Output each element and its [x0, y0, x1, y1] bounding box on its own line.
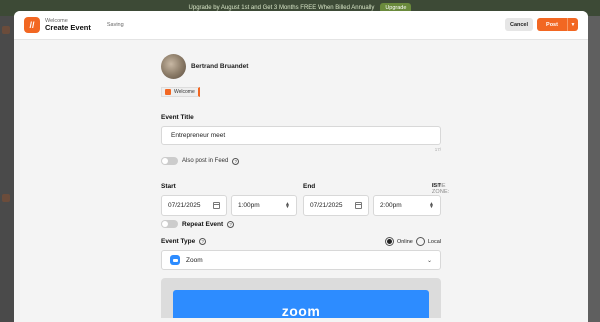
post-button-label[interactable]: Post: [537, 18, 567, 31]
feed-row: Also post in Feed ?: [161, 157, 441, 165]
calendar-icon[interactable]: [355, 202, 362, 209]
zoom-logo-text: zoom: [281, 303, 321, 318]
event-title-value: Entrepreneur meet: [171, 132, 226, 139]
create-event-modal: // Welcome Create Event Saving Cancel Po…: [14, 11, 588, 322]
start-label: Start: [161, 183, 176, 190]
author-name: Bertrand Bruandet: [191, 63, 249, 70]
group-logo-icon: [165, 89, 171, 95]
help-icon[interactable]: ?: [227, 220, 235, 228]
repeat-row: Repeat Event ?: [161, 220, 441, 228]
backdrop-icon: [2, 194, 10, 202]
chevron-down-icon[interactable]: ▼: [567, 18, 578, 31]
event-title-label: Event Title: [161, 114, 194, 121]
start-date-value: 07/21/2025: [168, 202, 201, 209]
event-type-row: Event Type ? Online Local: [161, 237, 441, 246]
online-label: Online: [396, 238, 413, 245]
group-tag[interactable]: Welcome: [161, 87, 200, 97]
header-actions: Cancel Post ▼: [505, 18, 578, 31]
online-radio[interactable]: [384, 237, 394, 246]
page-title: Create Event: [45, 22, 91, 32]
repeat-label: Repeat Event: [182, 220, 224, 228]
schedule-row: 07/21/2025 1:00pm ▲ ▼ 07/21/2025 2:00pm ▲…: [161, 195, 441, 216]
updown-icon: ▲ ▼: [285, 200, 290, 210]
updown-icon: ▲ ▼: [429, 200, 434, 210]
event-type-heading: Event Type ?: [161, 238, 207, 245]
end-date-value: 07/21/2025: [310, 202, 343, 209]
zoom-icon: [170, 255, 180, 265]
schedule-labels: Start End TIME ZONE: IST: [161, 183, 450, 195]
timezone: TIME ZONE: IST: [432, 183, 450, 195]
modal-header: // Welcome Create Event Saving Cancel Po…: [14, 11, 588, 40]
calendar-icon[interactable]: [213, 202, 220, 209]
saving-status: Saving: [106, 22, 124, 28]
event-form: Bertrand Bruandet Welcome Event Title En…: [161, 51, 450, 318]
zoom-preview-panel: zoom: [161, 278, 441, 318]
feed-label: Also post in Feed: [182, 158, 229, 164]
event-title-input[interactable]: Entrepreneur meet: [161, 126, 441, 145]
start-time-value: 1:00pm: [238, 202, 260, 209]
zoom-logo: zoom: [173, 290, 429, 318]
event-type-radios: Online Local: [384, 237, 441, 246]
author: Bertrand Bruandet: [161, 54, 441, 79]
end-time-value: 2:00pm: [380, 202, 402, 209]
post-button[interactable]: Post ▼: [537, 18, 578, 31]
backdrop-icon: [2, 26, 10, 34]
end-time-select[interactable]: 2:00pm ▲ ▼: [373, 195, 441, 216]
local-label: Local: [427, 238, 441, 245]
timezone-label: TIME ZONE:: [431, 183, 450, 195]
backdrop-sidebar: [0, 16, 14, 322]
chevron-down-icon[interactable]: ⌄: [427, 257, 432, 264]
avatar: [161, 54, 186, 79]
cancel-button[interactable]: Cancel: [505, 18, 533, 31]
event-type-label: Event Type: [161, 238, 196, 245]
repeat-toggle[interactable]: [161, 220, 178, 228]
local-radio[interactable]: [415, 237, 425, 246]
platform-select[interactable]: Zoom ⌄: [161, 250, 441, 270]
char-counter: 17/: [434, 147, 441, 152]
start-date-input[interactable]: 07/21/2025: [161, 195, 227, 216]
feed-toggle[interactable]: [161, 157, 178, 165]
group-tag-label: Welcome: [174, 89, 195, 95]
end-date-input[interactable]: 07/21/2025: [303, 195, 369, 216]
help-icon[interactable]: ?: [199, 238, 207, 245]
app-logo-icon: //: [24, 17, 40, 33]
end-label: End: [303, 183, 316, 190]
platform-value: Zoom: [186, 256, 203, 264]
help-icon[interactable]: ?: [232, 157, 240, 165]
start-time-select[interactable]: 1:00pm ▲ ▼: [231, 195, 297, 216]
header-titles: Welcome Create Event: [45, 18, 91, 32]
